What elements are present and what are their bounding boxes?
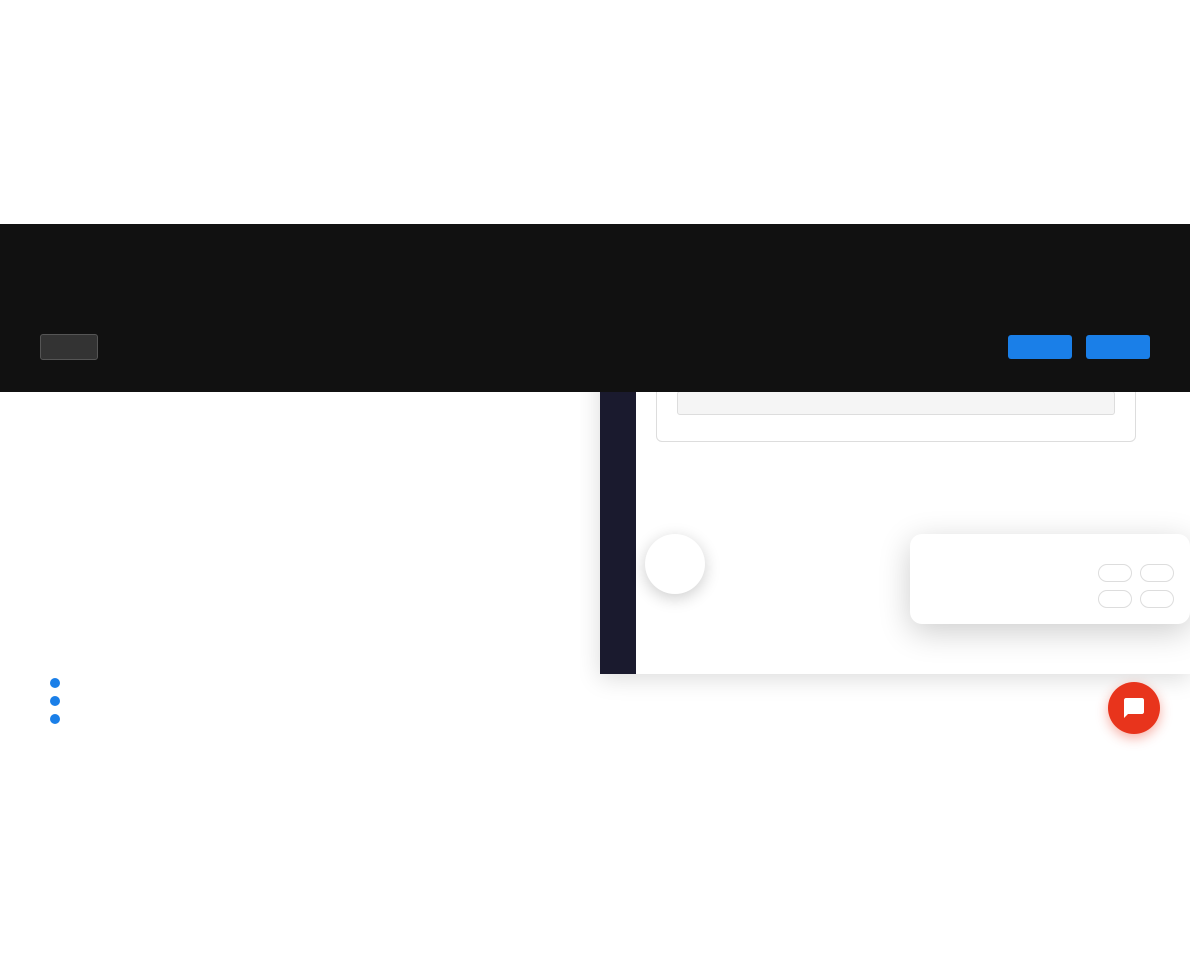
chat-checks-button[interactable] [1098,590,1132,608]
veremark-logo-circle [645,534,705,594]
chat-icon-button[interactable] [1108,682,1160,734]
chat-btn-row-1 [926,564,1174,582]
chat-browsing-button[interactable] [1140,590,1174,608]
chat-btn-row-2 [926,590,1174,608]
chat-overlay [910,534,1190,624]
dot-2 [50,696,60,706]
chat-key-features-button[interactable] [1140,564,1174,582]
customize-button[interactable] [40,334,98,360]
chat-buttons [926,564,1174,608]
notice-body [40,268,920,310]
cookie-notice [0,224,1190,392]
accept-button[interactable] [1086,335,1150,359]
notice-buttons [40,334,1150,360]
dots-decoration [50,678,60,724]
chat-question-button[interactable] [1098,564,1132,582]
dot-3 [50,714,60,724]
role-input[interactable] [677,391,1115,415]
reject-button[interactable] [1008,335,1072,359]
dot-1 [50,678,60,688]
chat-icon [1122,696,1146,720]
